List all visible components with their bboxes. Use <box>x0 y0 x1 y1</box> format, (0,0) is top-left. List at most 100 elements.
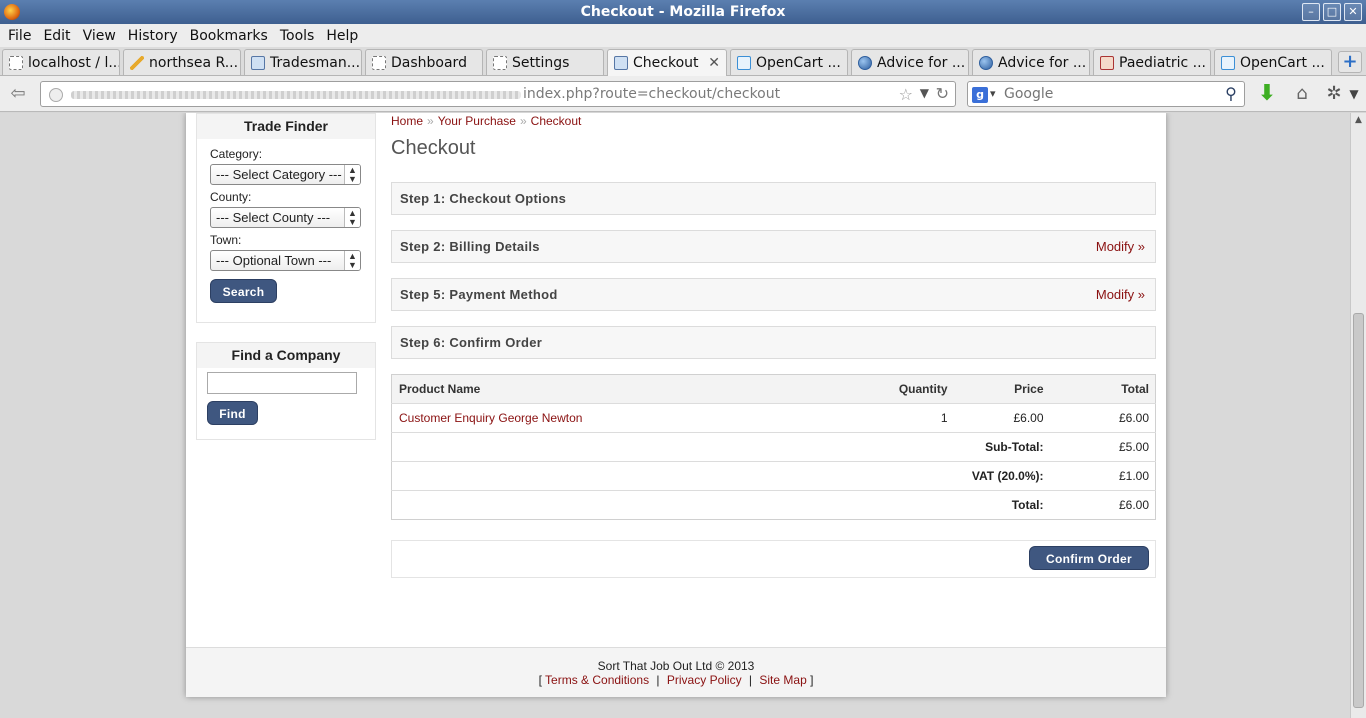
tab-label: Paediatric ... <box>1119 54 1206 71</box>
county-select[interactable]: --- Select County --- ▲ ▼ <box>210 207 361 228</box>
page-icon <box>372 55 386 70</box>
menu-tools[interactable]: Tools <box>276 28 319 44</box>
close-window-button[interactable]: ✕ <box>1344 3 1362 21</box>
breadcrumb-your-purchase[interactable]: Your Purchase <box>438 114 516 128</box>
new-tab-button[interactable]: + <box>1338 51 1362 73</box>
company-name-input[interactable] <box>207 372 357 394</box>
chevron-down-icon[interactable]: ▼ <box>920 86 929 100</box>
bracket-open: [ <box>538 673 542 687</box>
product-link[interactable]: Customer Enquiry George Newton <box>399 411 582 425</box>
maximize-button[interactable]: □ <box>1323 3 1341 21</box>
bookmark-star-icon[interactable]: ☆ <box>899 85 913 104</box>
footer-separator: | <box>748 673 753 687</box>
close-tab-icon[interactable]: ✕ <box>704 55 720 71</box>
tab-paediatric[interactable]: Paediatric ... <box>1093 49 1211 75</box>
search-input[interactable] <box>1004 84 1214 104</box>
header-quantity: Quantity <box>843 374 954 404</box>
site-icon <box>251 55 265 70</box>
search-button[interactable]: Search <box>210 279 277 303</box>
chevron-updown-icon: ▲ ▼ <box>344 165 360 184</box>
tab-label: OpenCart ... <box>756 54 841 71</box>
privacy-link[interactable]: Privacy Policy <box>667 673 742 687</box>
tab-settings[interactable]: Settings <box>486 49 604 75</box>
download-icon[interactable]: ⬇ <box>1255 82 1279 106</box>
order-table: Product Name Quantity Price Total Custom… <box>391 374 1156 520</box>
breadcrumb-checkout[interactable]: Checkout <box>531 114 582 128</box>
site-identity-icon[interactable] <box>49 88 63 102</box>
tab-label: Dashboard <box>391 54 467 71</box>
scrollbar-thumb[interactable] <box>1353 313 1364 708</box>
step-checkout-options[interactable]: Step 1: Checkout Options <box>391 182 1156 215</box>
tab-advice-2[interactable]: Advice for ... <box>972 49 1090 75</box>
find-button[interactable]: Find <box>207 401 258 425</box>
url-text: index.php?route=checkout/checkout <box>523 86 781 102</box>
menu-file[interactable]: File <box>4 28 35 44</box>
step-confirm-order: Step 6: Confirm Order <box>391 326 1156 359</box>
menu-view[interactable]: View <box>79 28 120 44</box>
tab-dashboard[interactable]: Dashboard <box>365 49 483 75</box>
tab-localhost[interactable]: localhost / l... <box>2 49 120 75</box>
pencil-icon <box>130 55 144 70</box>
tab-opencart-2[interactable]: OpenCart ... <box>1214 49 1332 75</box>
confirm-order-panel: Confirm Order <box>391 540 1156 578</box>
menu-help[interactable]: Help <box>322 28 362 44</box>
sitemap-link[interactable]: Site Map <box>759 673 806 687</box>
town-select[interactable]: --- Optional Town --- ▲ ▼ <box>210 250 361 271</box>
step-heading: Step 5: Payment Method <box>400 287 558 302</box>
back-arrow-icon[interactable]: ⇦ <box>6 84 30 104</box>
tab-label: Tradesman... <box>270 54 361 71</box>
category-value: --- Select Category --- <box>216 167 342 182</box>
tab-checkout[interactable]: Checkout ✕ <box>607 49 727 76</box>
google-icon[interactable]: g <box>972 87 988 103</box>
modify-billing-link[interactable]: Modify » <box>1096 231 1145 262</box>
tab-tradesman[interactable]: Tradesman... <box>244 49 362 75</box>
tab-label: Advice for ... <box>877 54 966 71</box>
confirm-order-button[interactable]: Confirm Order <box>1029 546 1149 570</box>
url-bar[interactable]: index.php?route=checkout/checkout ☆ ▼ ↻ <box>40 81 956 107</box>
total-cell: £6.00 <box>1049 403 1156 433</box>
trade-finder-title: Trade Finder <box>197 114 375 139</box>
grand-total-value: £6.00 <box>1049 490 1156 520</box>
site-icon <box>1100 55 1114 70</box>
vertical-scrollbar[interactable]: ▲ <box>1350 113 1366 718</box>
category-select[interactable]: --- Select Category --- ▲ ▼ <box>210 164 361 185</box>
menu-history[interactable]: History <box>124 28 182 44</box>
vat-value: £1.00 <box>1049 461 1156 491</box>
step-heading: Step 2: Billing Details <box>400 239 540 254</box>
home-icon[interactable]: ⌂ <box>1290 82 1314 106</box>
cart-icon <box>1221 55 1235 70</box>
globe-icon <box>858 55 872 70</box>
subtotal-row: Sub-Total: £5.00 <box>391 432 1156 462</box>
chevron-updown-icon: ▲ ▼ <box>344 251 360 270</box>
window-controls: – □ ✕ <box>1302 3 1362 21</box>
tab-label: localhost / l... <box>28 54 120 71</box>
chevron-updown-icon: ▲ ▼ <box>344 208 360 227</box>
navigation-bar: ⇦ index.php?route=checkout/checkout ☆ ▼ … <box>0 76 1366 112</box>
page-icon <box>9 55 23 70</box>
tab-advice-1[interactable]: Advice for ... <box>851 49 969 75</box>
tab-northsea[interactable]: northsea R... <box>123 49 241 75</box>
product-cell: Customer Enquiry George Newton <box>391 403 844 433</box>
tab-strip: localhost / l... northsea R... Tradesman… <box>0 47 1366 76</box>
modify-payment-link[interactable]: Modify » <box>1096 279 1145 310</box>
tab-label: OpenCart ... <box>1240 54 1325 71</box>
table-header-row: Product Name Quantity Price Total <box>391 374 1156 404</box>
search-bar[interactable]: g ▾ ⚲ <box>967 81 1245 107</box>
reload-icon[interactable]: ↻ <box>936 84 949 103</box>
extension-icon[interactable]: ✲ <box>1322 82 1346 106</box>
menu-bookmarks[interactable]: Bookmarks <box>186 28 272 44</box>
page-title: Checkout <box>391 137 476 159</box>
menu-bar: File Edit View History Bookmarks Tools H… <box>0 24 1366 47</box>
header-product-name: Product Name <box>391 374 844 404</box>
search-icon[interactable]: ⚲ <box>1222 85 1240 103</box>
tab-opencart-1[interactable]: OpenCart ... <box>730 49 848 75</box>
minimize-button[interactable]: – <box>1302 3 1320 21</box>
menu-edit[interactable]: Edit <box>39 28 74 44</box>
scroll-up-icon[interactable]: ▲ <box>1353 115 1364 126</box>
terms-link[interactable]: Terms & Conditions <box>545 673 649 687</box>
chevron-down-icon[interactable]: ▼ <box>1346 82 1362 106</box>
breadcrumb-home[interactable]: Home <box>391 114 423 128</box>
chevron-down-icon[interactable]: ▾ <box>990 87 996 100</box>
subtotal-value: £5.00 <box>1049 432 1156 462</box>
category-label: Category: <box>210 147 263 161</box>
